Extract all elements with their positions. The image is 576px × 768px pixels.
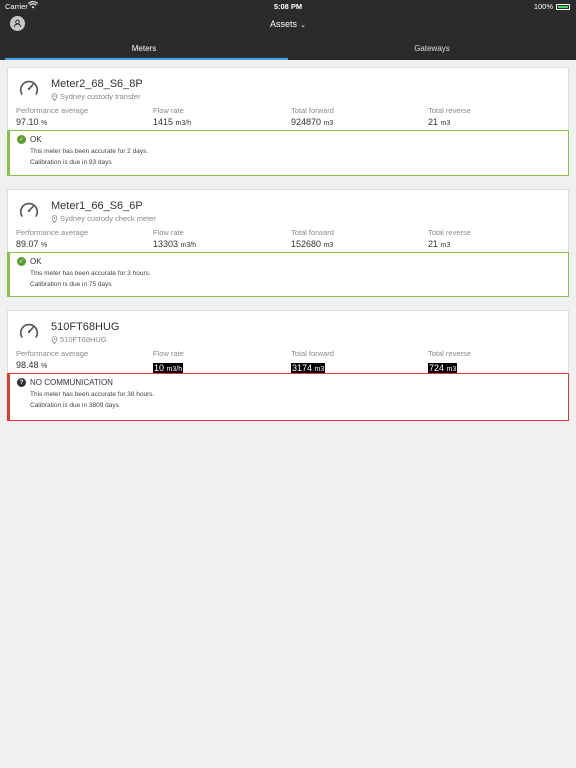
forward-value: 924870 [291, 117, 322, 127]
flow-unit: m3/h [180, 242, 197, 249]
page-title: Assets [270, 19, 298, 29]
metric-label: Total forward [291, 349, 334, 358]
flow-unit: m3/h [175, 120, 192, 127]
performance-unit: % [41, 363, 48, 370]
accuracy-text: This meter has been accurate for 38 hour… [30, 391, 155, 398]
forward-unit: m3 [314, 366, 325, 373]
reverse-value: 724 [429, 363, 445, 373]
tab-meters[interactable]: Meters [0, 40, 288, 60]
flow-metric: Flow rate 1415 m3/h [153, 106, 191, 127]
nav-bar: Assets ⌄ [0, 13, 576, 35]
accuracy-text: This meter has been accurate for 3 hours… [30, 270, 151, 277]
meter-card[interactable]: Meter2_68_S6_8P Sydney custody transfer … [7, 67, 569, 176]
check-icon: ✓ [17, 135, 26, 144]
meter-location: Sydney custody check meter [51, 214, 156, 223]
metric-label: Performance average [16, 349, 89, 358]
assets-dropdown[interactable]: Assets ⌄ [0, 19, 576, 29]
reverse-value: 21 [428, 239, 439, 249]
meter-name: 510FT68HUG [51, 321, 120, 333]
location-pin-icon [51, 214, 58, 223]
metric-label: Performance average [16, 106, 89, 115]
app-header: Carrier 5:08 PM 100% Assets ⌄ Meters Gate… [0, 0, 576, 60]
status-bar: Carrier 5:08 PM 100% [0, 0, 576, 13]
metric-label: Performance average [16, 228, 89, 237]
status-text: OK [30, 135, 42, 144]
forward-unit: m3 [323, 242, 334, 249]
calibration-text: Calibration is due in 75 days [30, 281, 112, 288]
reverse-unit: m3 [440, 120, 451, 127]
meter-location-text: Sydney custody check meter [60, 214, 156, 223]
meter-name: Meter2_68_S6_8P [51, 78, 143, 90]
question-icon: ? [17, 378, 26, 387]
battery-icon [556, 3, 570, 10]
performance-value: 97.10 [16, 117, 39, 127]
metric-label: Total reverse [428, 106, 471, 115]
metric-label: Flow rate [153, 349, 184, 358]
status-panel: ? NO COMMUNICATION This meter has been a… [7, 373, 569, 421]
performance-unit: % [41, 120, 48, 127]
performance-unit: % [41, 242, 48, 249]
clock: 5:08 PM [273, 2, 303, 11]
metric-label: Total forward [291, 106, 334, 115]
tab-bar: Meters Gateways [0, 40, 576, 60]
forward-metric: Total forward 152680 m3 [291, 228, 334, 249]
meter-location-text: 510FT68HUG [60, 335, 107, 344]
gauge-icon [19, 202, 39, 217]
forward-metric: Total forward 924870 m3 [291, 106, 334, 127]
reverse-metric: Total reverse 724 m3 [428, 349, 471, 376]
metric-label: Flow rate [153, 106, 184, 115]
accuracy-text: This meter has been accurate for 2 days. [30, 148, 149, 155]
location-pin-icon [51, 92, 58, 101]
meter-location: Sydney custody transfer [51, 92, 140, 101]
status-panel: ✓ OK This meter has been accurate for 2 … [7, 130, 569, 176]
flow-unit: m3/h [166, 366, 183, 373]
reverse-metric: Total reverse 21 m3 [428, 228, 471, 249]
reverse-unit: m3 [440, 242, 451, 249]
flow-metric: Flow rate 10 m3/h [153, 349, 184, 376]
status-text: OK [30, 257, 42, 266]
gauge-icon [19, 80, 39, 95]
flow-value: 13303 [153, 239, 179, 249]
meter-location: 510FT68HUG [51, 335, 107, 344]
meter-location-text: Sydney custody transfer [60, 92, 141, 101]
performance-metric: Performance average 89.07 % [16, 228, 88, 249]
forward-unit: m3 [323, 120, 334, 127]
status-text: NO COMMUNICATION [30, 378, 113, 387]
status-panel: ✓ OK This meter has been accurate for 3 … [7, 252, 569, 297]
meter-card[interactable]: Meter1_66_S6_6P Sydney custody check met… [7, 189, 569, 297]
gauge-icon [19, 323, 39, 338]
forward-value: 3174 [292, 363, 313, 373]
reverse-value: 21 [428, 117, 439, 127]
metric-label: Total forward [291, 228, 334, 237]
performance-value: 89.07 [16, 239, 39, 249]
reverse-unit: m3 [446, 366, 457, 373]
battery-indicator: 100% [534, 2, 570, 11]
battery-percent: 100% [533, 2, 553, 11]
metric-label: Flow rate [153, 228, 184, 237]
check-icon: ✓ [17, 257, 26, 266]
reverse-metric: Total reverse 21 m3 [428, 106, 471, 127]
meter-card[interactable]: 510FT68HUG 510FT68HUG Performance averag… [7, 310, 569, 421]
flow-value: 1415 [153, 117, 174, 127]
calibration-text: Calibration is due in 3809 days [30, 402, 119, 409]
performance-metric: Performance average 98.48 % [16, 349, 88, 370]
metric-label: Total reverse [428, 228, 471, 237]
performance-metric: Performance average 97.10 % [16, 106, 88, 127]
calibration-text: Calibration is due in 93 days [30, 159, 112, 166]
flow-value: 10 [154, 363, 165, 373]
chevron-down-icon: ⌄ [300, 22, 306, 29]
tab-gateways[interactable]: Gateways [288, 40, 576, 60]
forward-metric: Total forward 3174 m3 [291, 349, 334, 376]
metric-label: Total reverse [428, 349, 471, 358]
meter-name: Meter1_66_S6_6P [51, 200, 143, 212]
flow-metric: Flow rate 13303 m3/h [153, 228, 196, 249]
forward-value: 152680 [291, 239, 322, 249]
location-pin-icon [51, 335, 58, 344]
performance-value: 98.48 [16, 360, 39, 370]
